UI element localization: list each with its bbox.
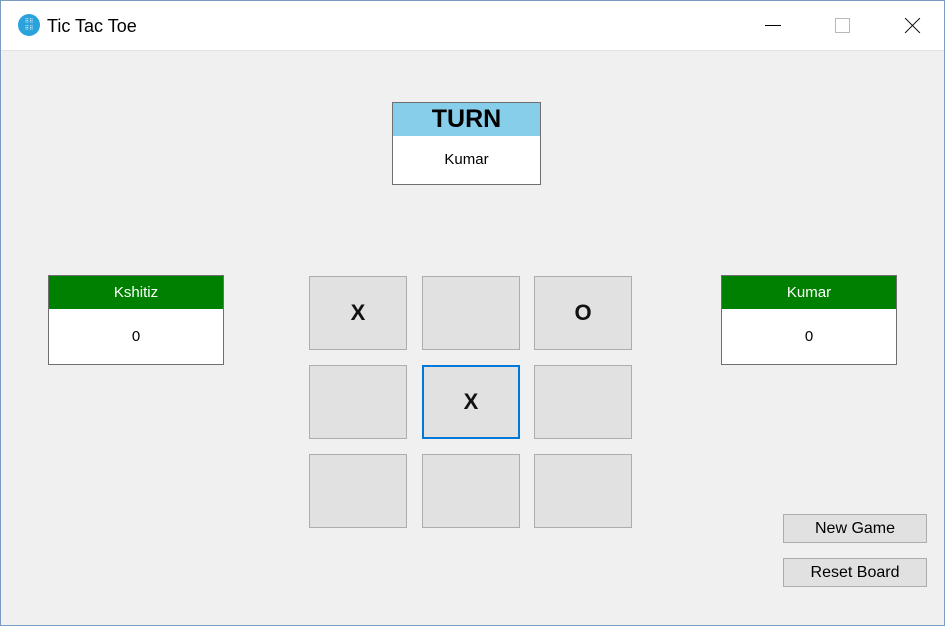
minimize-button[interactable] (737, 1, 806, 50)
board-cell-7[interactable] (309, 454, 407, 528)
new-game-button[interactable]: New Game (783, 514, 927, 543)
maximize-icon (835, 18, 850, 33)
board-cell-1[interactable]: X (309, 276, 407, 350)
board-cell-4[interactable] (309, 365, 407, 439)
close-button[interactable] (875, 1, 944, 50)
app-icon: ⠿⠿ ⠿⠿ (18, 14, 40, 36)
turn-header: TURN (392, 102, 541, 137)
board-cell-2[interactable] (422, 276, 520, 350)
player-left-name: Kshitiz (48, 275, 224, 310)
board-cell-6[interactable] (534, 365, 632, 439)
board-cell-9[interactable] (534, 454, 632, 528)
reset-board-button[interactable]: Reset Board (783, 558, 927, 587)
maximize-button[interactable] (806, 1, 875, 50)
board-cell-5[interactable]: X (422, 365, 520, 439)
turn-player: Kumar (392, 136, 541, 185)
title-bar[interactable]: ⠿⠿ ⠿⠿ Tic Tac Toe (1, 1, 944, 51)
minimize-icon (765, 25, 781, 26)
player-right-score: 0 (721, 309, 897, 365)
window-title: Tic Tac Toe (47, 16, 137, 36)
board-cell-8[interactable] (422, 454, 520, 528)
app-window: ⠿⠿ ⠿⠿ Tic Tac Toe TURN Kumar Kshitiz 0 Ku… (0, 0, 945, 626)
player-right-name: Kumar (721, 275, 897, 310)
board-cell-3[interactable]: O (534, 276, 632, 350)
player-left-score: 0 (48, 309, 224, 365)
